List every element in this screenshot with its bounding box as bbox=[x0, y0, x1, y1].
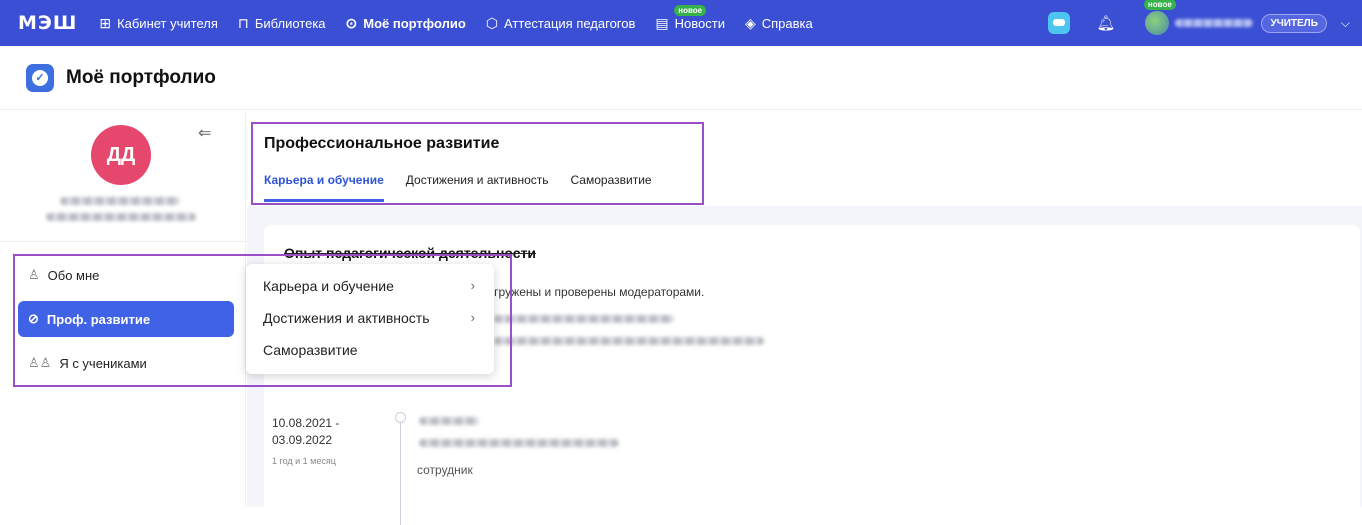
portfolio-icon: ✓ bbox=[26, 63, 54, 92]
news-icon: ▤ bbox=[655, 14, 669, 31]
page-title: Моё портфолио bbox=[66, 66, 216, 88]
timeline-line bbox=[400, 415, 401, 525]
bell-icon[interactable]: 🔔︎ bbox=[1096, 14, 1115, 32]
page-header: ✓ Моё портфолио bbox=[0, 46, 1362, 110]
check-circle-icon: ⊙ bbox=[345, 14, 358, 31]
bookmark-icon: ⊓ bbox=[237, 14, 249, 31]
nav-teacher-cabinet-label: Кабинет учителя bbox=[117, 15, 218, 31]
role-badge[interactable]: УЧИТЕЛЬ bbox=[1261, 13, 1327, 33]
chat-icon[interactable] bbox=[1048, 12, 1071, 34]
date-start: 10.08.2021 - bbox=[272, 416, 340, 430]
nav-library[interactable]: ⊓ Библиотека bbox=[238, 15, 326, 32]
nav-news[interactable]: ▤ Новости новое bbox=[655, 4, 725, 32]
submenu-achievements-label: Достижения и активность bbox=[263, 310, 430, 326]
diamond-icon: ◈ bbox=[744, 14, 756, 31]
nav-teacher-cabinet[interactable]: ⊞ Кабинет учителя bbox=[99, 15, 218, 32]
nav-library-label: Библиотека bbox=[254, 15, 326, 31]
blurred-text bbox=[419, 417, 479, 425]
top-navbar: МЭШ ⊞ Кабинет учителя ⊓ Библиотека ⊙ Моё… bbox=[0, 0, 1362, 46]
sidebar-divider bbox=[0, 241, 245, 242]
new-badge: новое bbox=[674, 4, 707, 16]
nav-portfolio[interactable]: ⊙ Моё портфолио bbox=[346, 15, 466, 32]
mesh-logo[interactable]: МЭШ bbox=[18, 12, 77, 34]
profile-school-blurred bbox=[46, 213, 196, 221]
nav-news-label: Новости bbox=[674, 15, 725, 31]
date-range: 10.08.2021 - 03.09.2022 bbox=[272, 415, 339, 449]
card-note: загружены и проверены модераторами. bbox=[482, 285, 705, 299]
profile-avatar: ДД bbox=[91, 125, 151, 185]
blurred-text bbox=[494, 315, 674, 323]
submenu-self-development[interactable]: Саморазвитие bbox=[263, 342, 475, 358]
submenu-self-development-label: Саморазвитие bbox=[263, 342, 358, 358]
nav-portfolio-label: Моё портфолио bbox=[363, 15, 466, 31]
nav-attestation-label: Аттестация педагогов bbox=[504, 15, 636, 31]
nav-help[interactable]: ◈ Справка bbox=[745, 15, 813, 32]
blurred-text bbox=[419, 439, 619, 447]
collapse-sidebar-icon[interactable]: ⇐ bbox=[198, 123, 211, 143]
submenu-achievements[interactable]: Достижения и активность › bbox=[263, 310, 475, 326]
grid-icon: ⊞ bbox=[99, 14, 112, 31]
nav-right-group: 🔔︎ новое УЧИТЕЛЬ ⌵ bbox=[1048, 0, 1350, 46]
submenu-career-label: Карьера и обучение bbox=[263, 278, 394, 294]
nav-attestation[interactable]: ⬡ Аттестация педагогов bbox=[486, 15, 636, 32]
blurred-text bbox=[494, 337, 764, 345]
profile-name-blurred bbox=[60, 197, 180, 205]
avatar-new-badge: новое bbox=[1143, 0, 1176, 10]
submenu-popup: Карьера и обучение › Достижения и активн… bbox=[246, 264, 494, 374]
user-name-blurred bbox=[1175, 19, 1254, 27]
date-end: 03.09.2022 bbox=[272, 433, 333, 447]
cube-icon: ⬡ bbox=[485, 14, 499, 31]
chevron-right-icon: › bbox=[470, 278, 475, 293]
position-role: сотрудник bbox=[417, 463, 473, 477]
submenu-career[interactable]: Карьера и обучение › bbox=[263, 278, 475, 294]
chevron-down-icon[interactable]: ⌵ bbox=[1341, 16, 1350, 31]
user-avatar[interactable]: новое bbox=[1143, 0, 1176, 35]
timeline-dot bbox=[395, 412, 406, 423]
nav-help-label: Справка bbox=[761, 15, 813, 31]
chevron-right-icon: › bbox=[470, 310, 475, 325]
duration: 1 год и 1 месяц bbox=[272, 456, 336, 466]
tabs-highlight-box bbox=[251, 122, 704, 205]
